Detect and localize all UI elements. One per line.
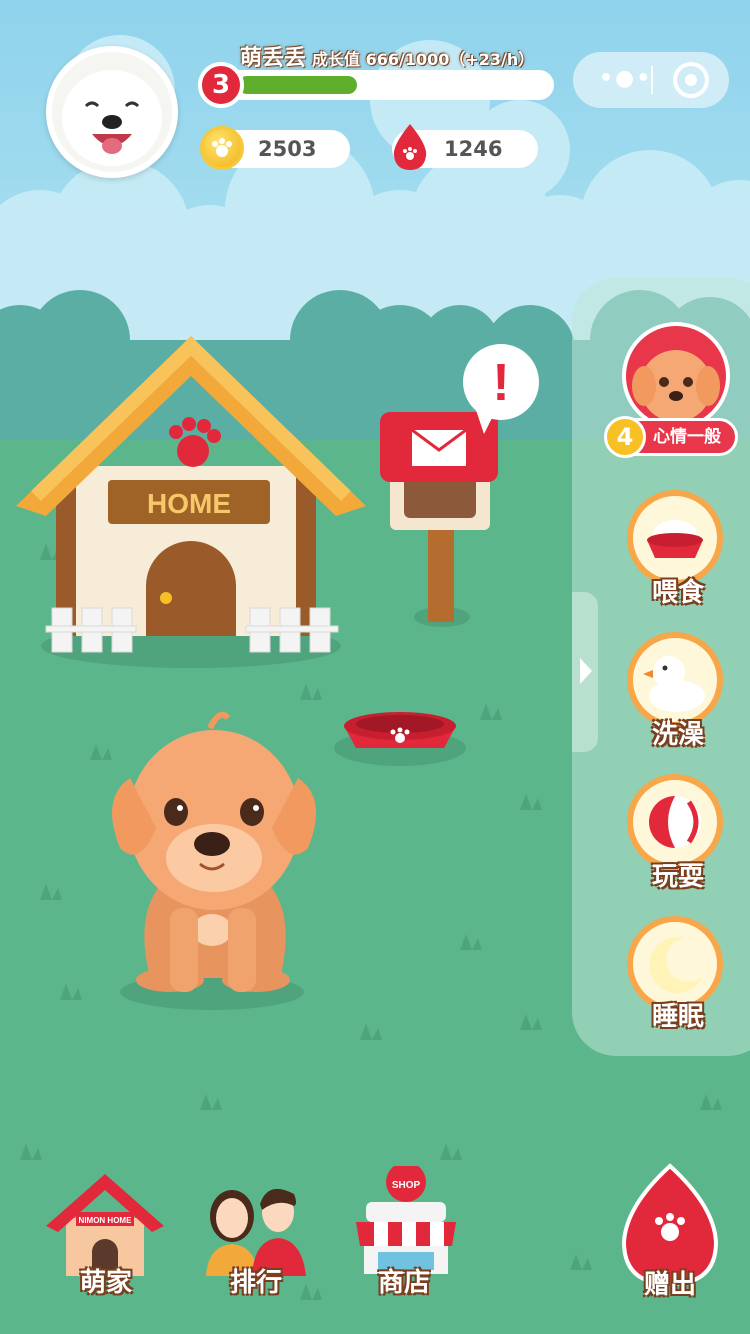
more-menu-icon[interactable]: •●• bbox=[599, 66, 652, 91]
bath-label: 洗澡 bbox=[651, 720, 704, 750]
rubber-duck-icon bbox=[643, 656, 705, 712]
game-scene: HOME ! 萌丢丢 成长值 666/1000（+23/h） 3 2503 12… bbox=[0, 0, 750, 1334]
sleep-label: 睡眠 bbox=[651, 1002, 704, 1032]
mood-label: 心情一般 bbox=[653, 427, 721, 447]
doghouse-sign: NIMON HOME bbox=[79, 1216, 133, 1225]
growth-progress-fill bbox=[238, 76, 357, 94]
doghouse[interactable]: HOME bbox=[16, 316, 376, 676]
pet-puppy[interactable] bbox=[100, 708, 330, 1018]
capsule-divider bbox=[651, 66, 653, 94]
growth-value: 成长值 666/1000（+23/h） bbox=[312, 50, 535, 69]
coin-icon bbox=[200, 126, 244, 170]
chevron-right-icon bbox=[580, 658, 592, 684]
ball-icon bbox=[649, 796, 701, 848]
close-miniprogram-icon[interactable] bbox=[673, 62, 709, 98]
paw-icon bbox=[169, 417, 221, 467]
mailbox[interactable]: ! bbox=[376, 342, 546, 632]
gem-count: 1246 bbox=[444, 137, 503, 161]
nav-ranking[interactable] bbox=[198, 1176, 314, 1276]
coin-count: 2503 bbox=[258, 137, 317, 161]
player-info: 萌丢丢 成长值 666/1000（+23/h） bbox=[240, 40, 534, 72]
house-sign: HOME bbox=[147, 488, 231, 519]
mail-alert-icon: ! bbox=[492, 354, 509, 412]
level-badge: 3 bbox=[198, 62, 244, 108]
food-bowl[interactable] bbox=[334, 696, 474, 768]
nav-ranking-label: 排行 bbox=[229, 1268, 282, 1298]
red-gem-icon bbox=[393, 124, 427, 170]
nav-home-label: 萌家 bbox=[79, 1268, 132, 1298]
samoyed-avatar-image bbox=[52, 52, 172, 172]
mood-pet-portrait[interactable] bbox=[622, 322, 730, 430]
play-label: 玩耍 bbox=[651, 862, 704, 892]
mood-level-badge: 4 bbox=[604, 416, 646, 458]
nav-shop-label: 商店 bbox=[377, 1268, 430, 1298]
shop-sign: SHOP bbox=[392, 1180, 421, 1191]
miniprogram-capsule: •●• bbox=[573, 52, 729, 108]
panel-toggle-arrow[interactable] bbox=[572, 592, 598, 752]
feed-label: 喂食 bbox=[651, 578, 704, 608]
food-bowl-icon bbox=[647, 520, 703, 558]
growth-progress-bar bbox=[208, 70, 554, 100]
nav-gift-label: 赠出 bbox=[643, 1270, 696, 1300]
player-avatar[interactable] bbox=[46, 46, 178, 178]
player-name: 萌丢丢 bbox=[240, 46, 307, 71]
moon-icon bbox=[649, 936, 703, 993]
